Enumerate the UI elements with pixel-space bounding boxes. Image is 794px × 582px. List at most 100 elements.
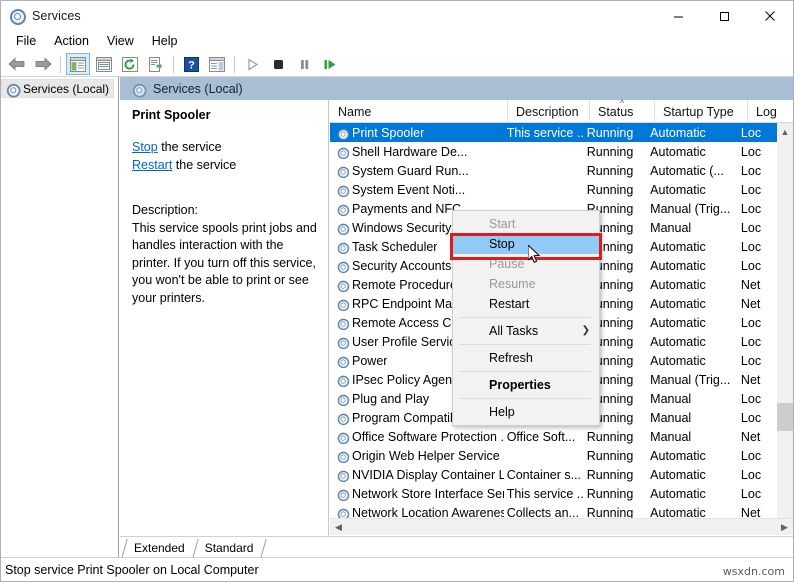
stop-service-icon[interactable] [266,53,290,75]
service-gear-icon [337,469,347,479]
refresh-icon[interactable] [118,53,142,75]
cell-service-name: Origin Web Helper Service [330,449,504,463]
service-gear-icon [337,317,347,327]
services-gear-icon [9,8,25,24]
service-gear-icon [337,488,347,498]
service-name-label: Task Scheduler [352,240,437,254]
context-menu-item-properties[interactable]: Properties [453,375,599,395]
start-service-icon[interactable] [240,53,264,75]
context-menu-item-label: Pause [489,257,524,271]
chevron-right-icon: ❯ [582,321,590,341]
restart-service-link[interactable]: Restart [132,158,172,172]
show-hide-action-pane-icon[interactable] [205,53,229,75]
cell-log-on-as: Loc [738,259,777,273]
scroll-left-button[interactable]: ◀ [330,519,347,536]
cell-log-on-as: Loc [738,126,777,140]
column-header-status[interactable]: ^ Status [590,100,655,123]
maximize-button[interactable] [701,1,747,31]
menu-file[interactable]: File [7,32,45,51]
back-arrow-icon[interactable] [5,53,29,75]
context-menu-item-stop[interactable]: Stop [453,234,599,254]
cell-status: Running [584,183,647,197]
cell-startup-type: Automatic [647,183,738,197]
vertical-scrollbar-thumb[interactable] [777,403,793,431]
tree-item-label: Services (Local) [23,82,109,96]
sort-ascending-icon: ^ [620,100,624,107]
table-row[interactable]: System Event Noti...RunningAutomaticLoc [330,180,777,199]
restart-service-action-line: Restart the service [132,156,318,174]
service-gear-icon [337,165,347,175]
table-row[interactable]: Office Software Protection ...Office Sof… [330,427,777,446]
minimize-button[interactable] [655,1,701,31]
cell-log-on-as: Loc [738,221,777,235]
results-pane-header: Services (Local) [120,77,793,100]
table-row[interactable]: System Guard Run...RunningAutomatic (...… [330,161,777,180]
show-hide-console-tree-icon[interactable] [66,53,90,75]
menu-help[interactable]: Help [143,32,187,51]
menu-bar: File Action View Help [1,31,793,52]
help-icon[interactable]: ? [179,53,203,75]
column-header-log-on-as[interactable]: Log [748,100,793,123]
column-header-name[interactable]: Name [330,100,508,123]
service-gear-icon [337,203,347,213]
forward-arrow-icon[interactable] [31,53,55,75]
table-row[interactable]: Print SpoolerThis service ...RunningAuto… [330,123,777,142]
export-list-icon[interactable] [144,53,168,75]
service-name-label: Network Store Interface Ser... [352,487,504,501]
scroll-up-button[interactable]: ▲ [777,123,793,140]
context-menu-item-label: Resume [489,277,536,291]
context-menu-item-start: Start [453,214,599,234]
column-header-name-label: Name [338,105,371,119]
cell-startup-type: Automatic [647,240,738,254]
menu-view[interactable]: View [98,32,143,51]
status-bar-text: Stop service Print Spooler on Local Comp… [5,563,259,577]
table-row[interactable]: Origin Web Helper ServiceRunningAutomati… [330,446,777,465]
service-gear-icon [337,260,347,270]
table-row[interactable]: NVIDIA Display Container LSContainer s..… [330,465,777,484]
cell-status: Running [584,164,647,178]
close-button[interactable] [747,1,793,31]
table-row[interactable]: Network Store Interface Ser...This servi… [330,484,777,503]
service-name-label: Shell Hardware De... [352,145,467,159]
column-header-status-label: Status [598,105,633,119]
tree-item-services-local[interactable]: Services (Local) [1,79,114,98]
scroll-right-button[interactable]: ▶ [776,519,793,536]
cell-status: Running [584,487,647,501]
service-gear-icon [337,431,347,441]
context-menu-item-help[interactable]: Help [453,402,599,422]
cell-status: Running [584,145,647,159]
tab-standard[interactable]: Standard [195,539,264,558]
cell-log-on-as: Loc [738,183,777,197]
properties-icon[interactable] [92,53,116,75]
horizontal-scrollbar[interactable]: ◀ ▶ [330,518,793,535]
toolbar-separator [234,56,235,73]
tab-extended[interactable]: Extended [124,539,195,558]
cell-log-on-as: Loc [738,487,777,501]
cell-log-on-as: Loc [738,354,777,368]
column-header-description[interactable]: Description [508,100,590,123]
column-header-startup-type-label: Startup Type [663,105,734,119]
stop-service-link[interactable]: Stop [132,140,158,154]
toolbar-separator [173,56,174,73]
service-name-label: IPsec Policy Agent [352,373,456,387]
column-header-startup-type[interactable]: Startup Type [655,100,748,123]
table-row[interactable]: Shell Hardware De...RunningAutomaticLoc [330,142,777,161]
cell-startup-type: Automatic [647,316,738,330]
service-name-label: Office Software Protection ... [352,430,504,444]
restart-service-icon[interactable] [318,53,342,75]
context-menu-item-resume: Resume [453,274,599,294]
cell-description: This service ... [504,487,584,501]
service-gear-icon [337,336,347,346]
cell-status: Running [584,468,647,482]
pause-service-icon[interactable] [292,53,316,75]
context-menu-item-label: Restart [489,297,529,311]
cell-startup-type: Automatic [647,449,738,463]
service-name-label: User Profile Service [352,335,462,349]
vertical-scrollbar[interactable]: ▲ ▼ [777,123,793,535]
stop-service-action-line: Stop the service [132,138,318,156]
context-menu-item-label: All Tasks [489,324,538,338]
context-menu-item-all-tasks[interactable]: All Tasks ❯ [453,321,599,341]
menu-action[interactable]: Action [45,32,98,51]
context-menu-item-refresh[interactable]: Refresh [453,348,599,368]
context-menu-item-restart[interactable]: Restart [453,294,599,314]
